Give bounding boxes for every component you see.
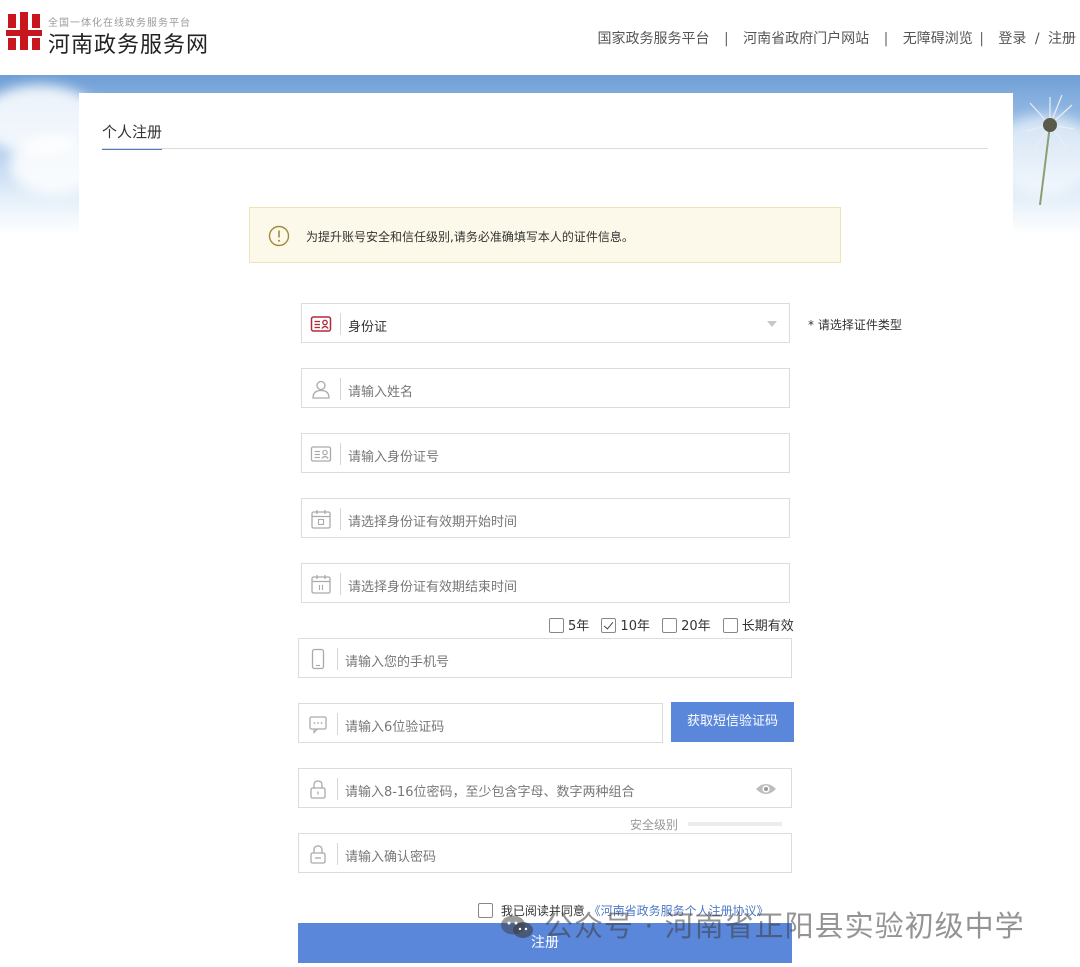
validity-option-20y[interactable]: 20年	[662, 615, 711, 634]
field-divider	[337, 778, 338, 800]
calendar-icon	[311, 575, 331, 594]
id-type-select[interactable]: 身份证	[301, 303, 790, 343]
checkbox[interactable]	[722, 618, 738, 633]
tab-personal-register[interactable]: 个人注册	[102, 121, 163, 150]
valid-start-date-field[interactable]: 请选择身份证有效期开始时间	[301, 498, 790, 538]
confirm-password-placeholder: 请输入确认密码	[345, 850, 437, 865]
phone-field[interactable]: 请输入您的手机号	[298, 638, 792, 678]
password-field[interactable]: 请输入8-16位密码，至少包含字母、数字两种组合	[298, 768, 792, 808]
nav-separator: |	[979, 31, 984, 47]
calendar-icon	[311, 510, 331, 529]
validity-option-label: 10年	[620, 619, 650, 634]
validity-option-label: 20年	[681, 619, 711, 634]
user-icon	[312, 380, 330, 399]
nav-separator: |	[883, 31, 889, 47]
nav-slash: /	[1034, 31, 1040, 47]
validity-option-permanent[interactable]: 长期有效	[722, 615, 794, 634]
field-divider	[340, 313, 341, 335]
nav-separator: |	[723, 31, 729, 47]
sms-code-field[interactable]: 请输入6位验证码	[298, 703, 663, 743]
site-logo-icon[interactable]	[6, 12, 42, 50]
lock-icon	[310, 845, 326, 864]
name-placeholder: 请输入姓名	[348, 385, 414, 400]
get-sms-code-button[interactable]: 获取短信验证码	[671, 702, 794, 742]
checkbox-checked[interactable]	[601, 618, 617, 633]
sms-code-placeholder: 请输入6位验证码	[345, 720, 445, 735]
field-divider	[337, 648, 338, 670]
field-divider	[337, 713, 338, 735]
valid-end-placeholder: 请选择身份证有效期结束时间	[348, 580, 518, 595]
checkbox[interactable]	[549, 618, 564, 633]
login-link[interactable]: 登录	[998, 28, 1026, 48]
id-type-value: 身份证	[348, 320, 388, 335]
site-header: 全国一体化在线政务服务平台 河南政务服务网 国家政务服务平台 | 河南省政府门户…	[0, 0, 1080, 75]
validity-option-10y[interactable]: 10年	[601, 615, 650, 634]
eye-icon[interactable]	[755, 781, 777, 797]
lock-icon	[310, 780, 326, 799]
field-divider	[340, 443, 341, 465]
dandelion-decoration	[1025, 94, 1074, 205]
valid-start-placeholder: 请选择身份证有效期开始时间	[348, 515, 518, 530]
tab-divider	[102, 148, 988, 149]
nav-henan-portal[interactable]: 河南省政府门户网站	[743, 28, 869, 48]
name-field[interactable]: 请输入姓名	[301, 368, 790, 408]
validity-option-5y[interactable]: 5年	[549, 615, 589, 634]
validity-option-label: 长期有效	[741, 619, 794, 634]
checkbox[interactable]	[662, 618, 678, 633]
id-type-hint: * 请选择证件类型	[808, 318, 902, 332]
nav-national-platform[interactable]: 国家政务服务平台	[598, 28, 710, 48]
confirm-password-field[interactable]: 请输入确认密码	[298, 833, 792, 873]
phone-placeholder: 请输入您的手机号	[345, 655, 450, 670]
validity-option-label: 5年	[568, 619, 590, 634]
agreement-text: 我已阅读并同意	[500, 904, 585, 918]
id-card-icon	[310, 446, 332, 462]
phone-icon	[311, 648, 325, 670]
password-strength-bar	[688, 822, 782, 826]
notice-text: 为提升账号安全和信任级别,请务必准确填写本人的证件信息。	[306, 230, 634, 244]
id-card-icon	[310, 316, 332, 332]
field-divider	[340, 573, 341, 595]
agreement-checkbox[interactable]	[478, 903, 493, 918]
field-divider	[337, 843, 338, 865]
valid-end-date-field[interactable]: 请选择身份证有效期结束时间	[301, 563, 790, 603]
id-number-field[interactable]: 请输入身份证号	[301, 433, 790, 473]
agreement-row: 我已阅读并同意 《河南省政务服务个人注册协议》	[478, 902, 769, 919]
register-submit-button[interactable]: 注册	[298, 923, 792, 963]
validity-options: 5年 10年 20年 长期有效	[549, 615, 794, 634]
password-placeholder: 请输入8-16位密码，至少包含字母、数字两种组合	[345, 785, 635, 800]
id-number-placeholder: 请输入身份证号	[348, 450, 440, 465]
notice-banner: 为提升账号安全和信任级别,请务必准确填写本人的证件信息。	[249, 207, 841, 263]
password-strength-label: 安全级别	[630, 818, 679, 832]
logo-title[interactable]: 河南政务服务网	[48, 27, 209, 59]
agreement-link[interactable]: 《河南省政务服务个人注册协议》	[589, 904, 769, 918]
top-nav: 国家政务服务平台 | 河南省政府门户网站 | 无障碍浏览 | 登录 / 注册	[598, 28, 1077, 48]
chevron-down-icon	[767, 321, 777, 327]
message-icon	[309, 716, 327, 734]
nav-accessibility[interactable]: 无障碍浏览	[903, 28, 973, 48]
field-divider	[340, 508, 341, 530]
field-divider	[340, 378, 341, 400]
exclamation-circle-icon	[268, 225, 290, 247]
register-link[interactable]: 注册	[1048, 28, 1076, 48]
